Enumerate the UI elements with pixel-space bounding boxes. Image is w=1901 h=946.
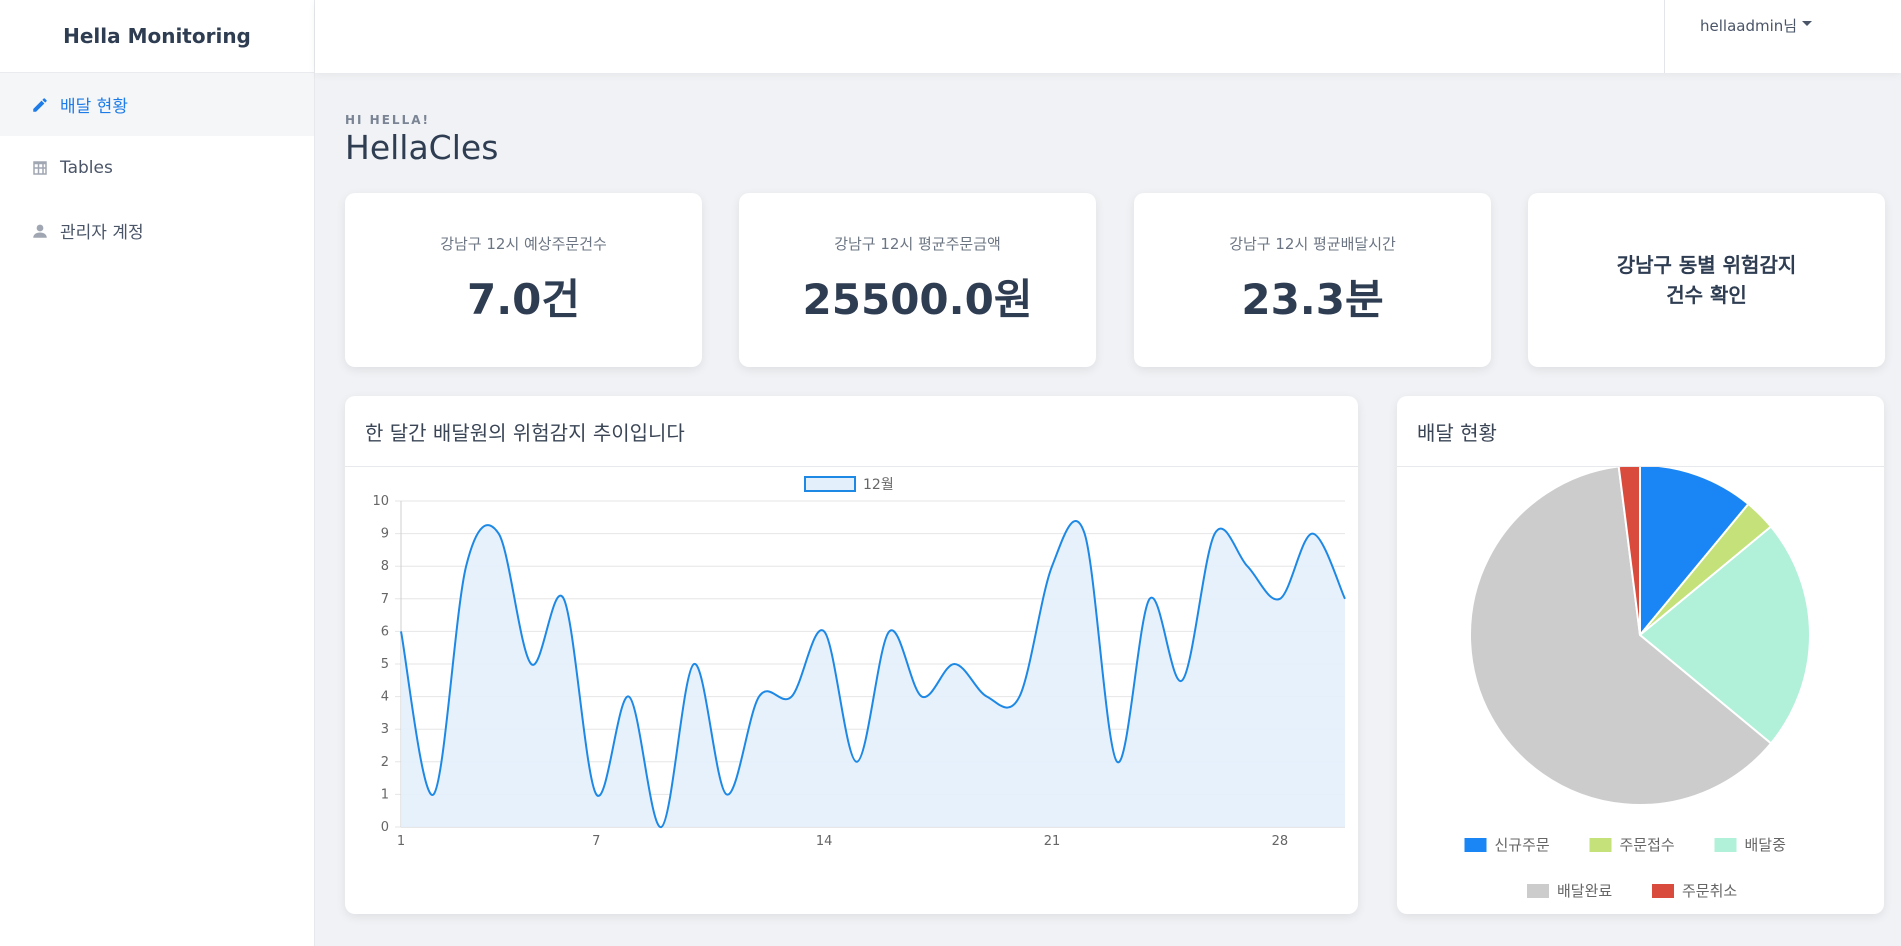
stat-card-delivery-time: 강남구 12시 평균배달시간 23.3분 bbox=[1134, 193, 1491, 367]
legend-swatch bbox=[1527, 884, 1549, 898]
risk-check-line2: 건수 확인 bbox=[1666, 283, 1747, 307]
stat-label: 강남구 12시 예상주문건수 bbox=[440, 235, 607, 253]
panel-title: 한 달간 배달원의 위험감지 추이입니다 bbox=[345, 396, 1358, 467]
delivery-status-panel: 배달 현황 신규주문 주문접수 배달중배달완료 주문취소 bbox=[1397, 396, 1884, 914]
legend-label: 주문취소 bbox=[1682, 882, 1737, 900]
stat-card-orders: 강남구 12시 예상주문건수 7.0건 bbox=[345, 193, 702, 367]
delivery-status-pie-chart: 신규주문 주문접수 배달중배달완료 주문취소 bbox=[1464, 463, 1811, 900]
legend-swatch bbox=[1464, 838, 1487, 852]
stat-value: 23.3분 bbox=[1241, 275, 1384, 324]
legend-label: 배달중 bbox=[1745, 836, 1786, 854]
y-tick-label: 2 bbox=[381, 755, 389, 770]
stat-label: 강남구 12시 평균주문금액 bbox=[834, 235, 1001, 253]
sidebar-item-delivery-status[interactable]: 배달 현황 bbox=[0, 73, 314, 136]
y-tick-label: 8 bbox=[381, 559, 389, 574]
x-tick-label: 28 bbox=[1272, 834, 1289, 849]
user-name: hellaadmin님 bbox=[1700, 17, 1798, 35]
risk-trend-panel: 한 달간 배달원의 위험감지 추이입니다 0 1 2 3 4 5 6 7 8 9 10 1 7 14 21 2… bbox=[345, 396, 1358, 914]
legend-swatch bbox=[1652, 884, 1674, 898]
y-tick-label: 6 bbox=[381, 624, 389, 639]
y-tick-label: 9 bbox=[381, 527, 389, 542]
legend-label: 12월 bbox=[863, 477, 894, 493]
brand-title[interactable]: Hella Monitoring bbox=[0, 0, 314, 73]
y-tick-label: 7 bbox=[381, 592, 389, 607]
page-title: HellaCles bbox=[345, 128, 499, 167]
pencil-icon bbox=[30, 95, 50, 115]
page-subtitle: HI HELLA! bbox=[345, 113, 430, 127]
stat-label: 강남구 12시 평균배달시간 bbox=[1229, 235, 1396, 253]
sidebar-item-tables[interactable]: Tables bbox=[0, 136, 314, 199]
risk-check-card[interactable]: 강남구 동별 위험감지 건수 확인 bbox=[1528, 193, 1885, 367]
sidebar-item-label: 관리자 계정 bbox=[60, 223, 144, 243]
x-tick-label: 7 bbox=[592, 834, 600, 849]
legend-label: 신규주문 bbox=[1495, 836, 1550, 854]
y-tick-label: 3 bbox=[381, 722, 389, 737]
sidebar-item-label: Tables bbox=[60, 157, 113, 178]
panel-title: 배달 현황 bbox=[1397, 396, 1884, 467]
sidebar-nav: 배달 현황 Tables 관리자 계정 bbox=[0, 73, 314, 262]
legend-label: 배달완료 bbox=[1557, 882, 1612, 900]
y-tick-label: 10 bbox=[372, 494, 389, 509]
risk-check-link[interactable]: 강남구 동별 위험감지 건수 확인 bbox=[1617, 250, 1797, 310]
risk-check-line1: 강남구 동별 위험감지 bbox=[1616, 253, 1797, 277]
legend-label: 주문접수 bbox=[1620, 836, 1675, 854]
legend-swatch bbox=[1589, 838, 1612, 852]
table-icon bbox=[30, 158, 50, 178]
sidebar-item-label: 배달 현황 bbox=[60, 97, 128, 117]
y-tick-label: 1 bbox=[381, 787, 389, 802]
chevron-down-icon bbox=[1802, 21, 1813, 26]
user-icon bbox=[30, 221, 50, 241]
x-tick-label: 14 bbox=[816, 834, 833, 849]
user-menu-dropdown[interactable]: hellaadmin님 bbox=[1664, 0, 1901, 73]
x-tick-label: 1 bbox=[397, 834, 405, 849]
risk-trend-chart: 0123456789101 7 14 21 2812월 bbox=[372, 476, 1346, 849]
legend-swatch bbox=[804, 476, 856, 492]
stat-value: 25500.0원 bbox=[802, 275, 1033, 324]
sidebar-item-admin-account[interactable]: 관리자 계정 bbox=[0, 199, 314, 262]
x-tick-label: 21 bbox=[1044, 834, 1061, 849]
stat-value: 7.0건 bbox=[466, 275, 581, 324]
sidebar: Hella Monitoring 배달 현황 Tables 관리자 계정 bbox=[0, 0, 315, 946]
stat-card-order-amount: 강남구 12시 평균주문금액 25500.0원 bbox=[739, 193, 1096, 367]
series-area bbox=[401, 521, 1345, 828]
y-tick-label: 0 bbox=[381, 820, 389, 835]
legend-swatch bbox=[1714, 838, 1737, 852]
y-tick-label: 5 bbox=[381, 657, 389, 672]
top-bar: hellaadmin님 bbox=[315, 0, 1901, 73]
y-tick-label: 4 bbox=[381, 690, 389, 705]
